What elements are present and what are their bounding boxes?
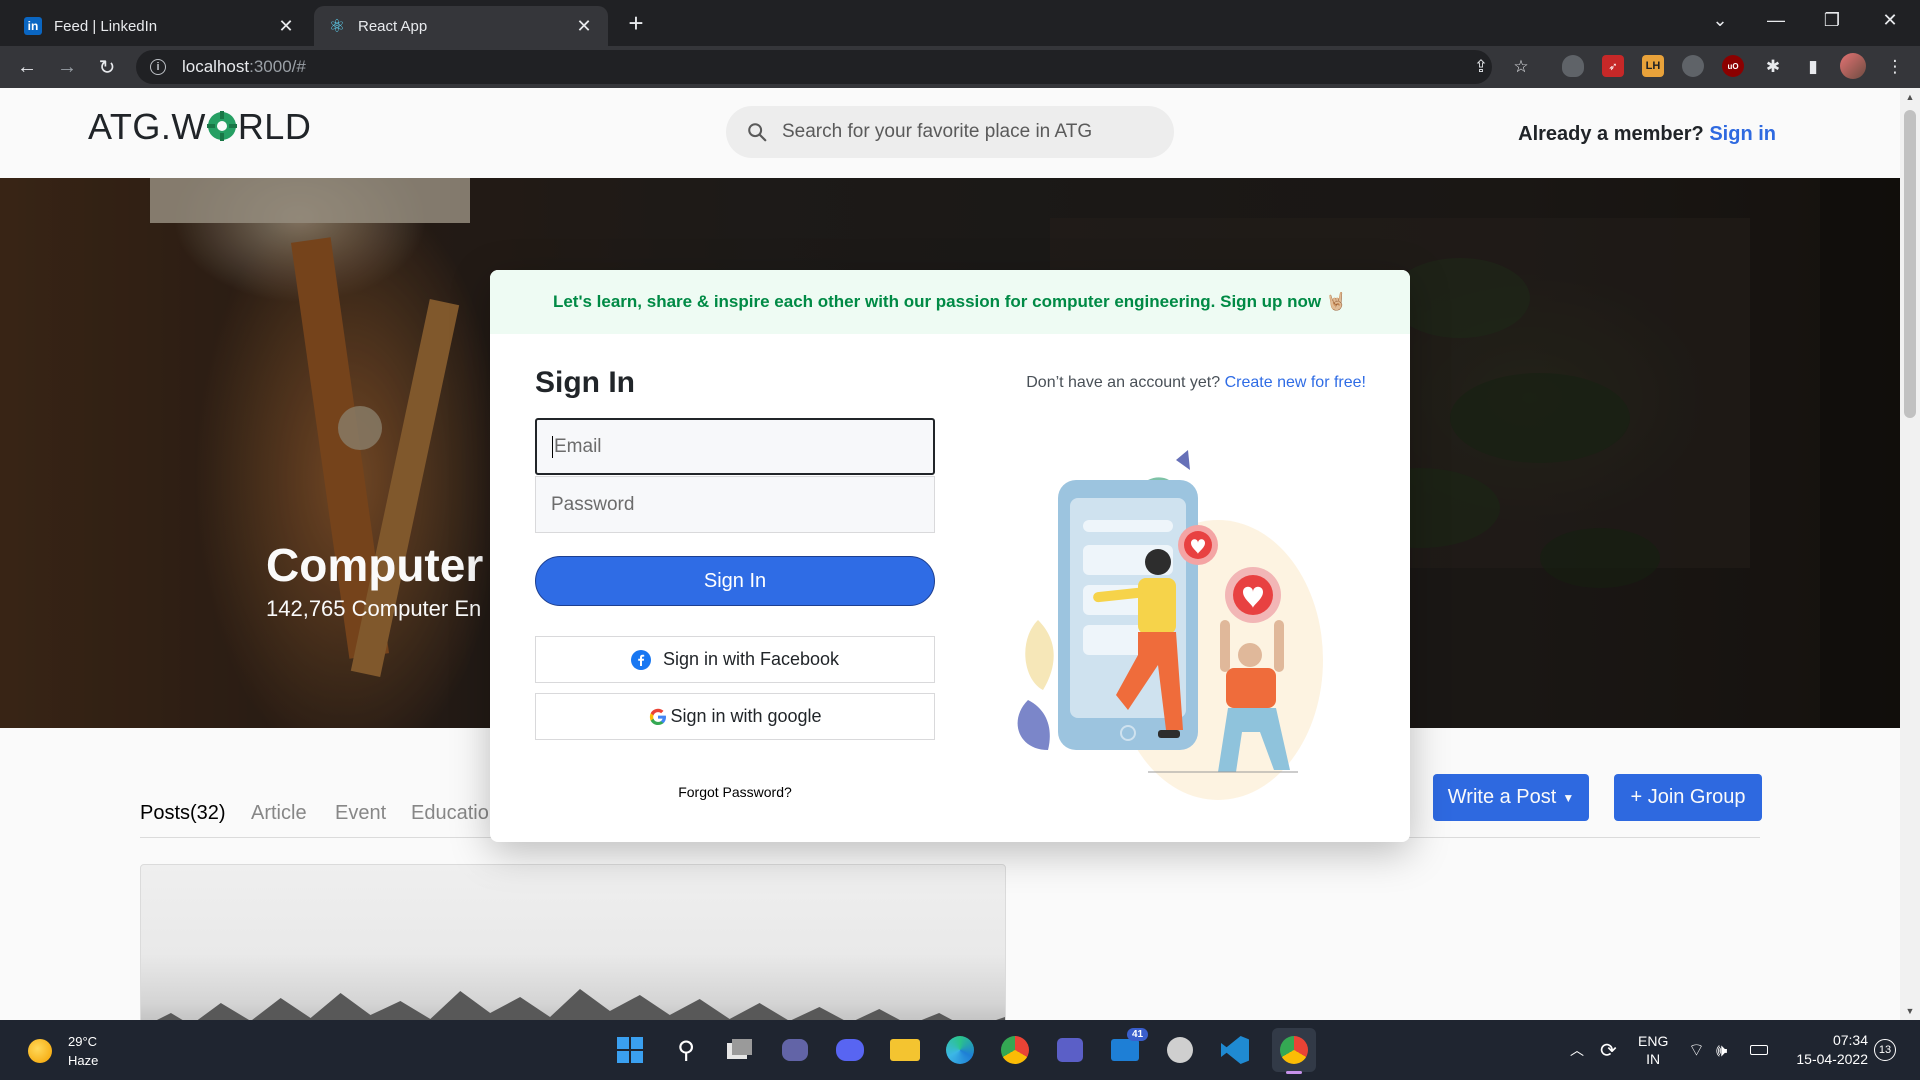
tab-title: React App	[358, 17, 428, 35]
sun-icon	[28, 1039, 52, 1063]
forgot-password-link[interactable]: Forgot Password?	[535, 784, 935, 800]
back-icon[interactable]: ←	[12, 52, 42, 82]
signin-modal: Let's learn, share & inspire each other …	[490, 270, 1410, 842]
social-media-illustration	[1017, 450, 1323, 800]
password-field[interactable]: Password	[535, 476, 935, 533]
url-path: :3000/#	[249, 57, 306, 76]
bookmark-star-icon[interactable]: ☆	[1508, 54, 1534, 80]
browser-tab-linkedin[interactable]: in Feed | LinkedIn ✕	[10, 6, 310, 46]
windows-start-icon[interactable]	[612, 1032, 648, 1068]
scrollbar-thumb[interactable]	[1904, 110, 1916, 418]
google-label: Sign in with google	[670, 706, 822, 726]
edge-icon[interactable]	[942, 1032, 978, 1068]
react-icon: ⚛	[328, 15, 346, 36]
google-signin-button[interactable]: Sign in with google	[535, 693, 935, 740]
reload-icon[interactable]: ↻	[92, 52, 122, 82]
scroll-up-icon[interactable]: ▲	[1900, 92, 1920, 102]
window-close-icon[interactable]: ✕	[1862, 0, 1918, 40]
page-viewport: ATG.W RLD Search for your favorite place…	[0, 88, 1900, 1020]
region-code: IN	[1646, 1051, 1661, 1067]
mail-icon[interactable]: 41	[1107, 1028, 1149, 1068]
browser-toolbar: ← → ↻ i localhost:3000/# ⇪ ☆ ➶ LH uO ✱ ▮…	[0, 46, 1920, 88]
site-info-icon[interactable]: i	[150, 59, 166, 75]
email-field[interactable]: Email	[535, 418, 935, 475]
weather-widget[interactable]: 29°C Haze	[28, 1032, 98, 1070]
volume-icon[interactable]: 🕪	[1716, 1020, 1727, 1080]
sync-icon[interactable]: ⟳	[1600, 1020, 1617, 1080]
browser-tab-react-app[interactable]: ⚛ React App ✕	[314, 6, 608, 46]
language-indicator[interactable]: ENG IN	[1638, 1020, 1668, 1080]
url-host: localhost	[182, 57, 250, 76]
person-extension-icon[interactable]	[1682, 55, 1704, 77]
email-placeholder: Email	[554, 435, 602, 457]
temperature: 29°C	[68, 1034, 98, 1049]
page-scrollbar[interactable]: ▲ ▼	[1900, 88, 1920, 1020]
browser-tab-strip: in Feed | LinkedIn ✕ ⚛ React App ✕ + ⌄ —…	[0, 0, 1920, 46]
task-view-icon[interactable]	[722, 1032, 758, 1068]
lighthouse-extension-icon[interactable]: LH	[1642, 55, 1664, 77]
minimize-icon[interactable]: —	[1748, 0, 1804, 40]
signin-submit-button[interactable]: Sign In	[535, 556, 935, 606]
side-panel-icon[interactable]: ▮	[1800, 54, 1826, 80]
notification-center[interactable]: 13	[1874, 1020, 1896, 1080]
language-code: ENG	[1638, 1033, 1669, 1049]
windows-taskbar: 29°C Haze ⚲ 41 ︿ ⟳ ENG IN ⌔ 🕪 07:34 15-0…	[0, 1020, 1920, 1080]
clock[interactable]: 07:34 15-04-2022	[1788, 1020, 1868, 1080]
close-icon[interactable]: ✕	[276, 16, 296, 37]
magnifier-icon[interactable]	[1162, 1032, 1198, 1068]
linkedin-icon: in	[24, 17, 42, 35]
file-explorer-icon[interactable]	[887, 1032, 923, 1068]
clock-time: 07:34	[1832, 1032, 1868, 1048]
password-placeholder: Password	[551, 493, 635, 515]
tab-title: Feed | LinkedIn	[54, 17, 158, 35]
profile-avatar[interactable]	[1840, 53, 1866, 79]
active-app-indicator	[1286, 1071, 1302, 1074]
discord-icon[interactable]	[832, 1032, 868, 1068]
new-tab-button[interactable]: +	[622, 10, 650, 38]
address-bar[interactable]: i localhost:3000/#	[136, 50, 1492, 84]
mail-badge: 41	[1127, 1028, 1149, 1041]
facebook-icon	[630, 649, 651, 670]
facebook-signin-button[interactable]: Sign in with Facebook	[535, 636, 935, 683]
modal-title: Sign In	[535, 366, 635, 399]
shield-extension-icon[interactable]	[1562, 55, 1584, 77]
vscode-icon[interactable]	[1217, 1032, 1253, 1068]
no-account-text: Don’t have an account yet?	[1026, 374, 1221, 391]
forward-icon[interactable]: →	[52, 52, 82, 82]
notification-count: 13	[1874, 1039, 1896, 1061]
facebook-label: Sign in with Facebook	[662, 649, 840, 669]
search-taskbar-icon[interactable]: ⚲	[668, 1032, 704, 1068]
puzzle-extensions-icon[interactable]: ✱	[1760, 54, 1786, 80]
signup-banner: Let's learn, share & inspire each other …	[490, 270, 1410, 334]
menu-kebab-icon[interactable]: ⋮	[1882, 54, 1908, 80]
share-icon[interactable]: ⇪	[1468, 54, 1494, 80]
battery-icon[interactable]	[1750, 1020, 1768, 1080]
no-account-prompt: Don’t have an account yet? Create new fo…	[1026, 374, 1366, 392]
google-icon	[650, 708, 667, 725]
text-caret	[552, 435, 553, 458]
clock-date: 15-04-2022	[1796, 1051, 1868, 1067]
ublock-extension-icon[interactable]: uO	[1722, 55, 1744, 77]
wifi-icon[interactable]: ⌔	[1688, 1020, 1705, 1080]
chrome-icon[interactable]	[997, 1032, 1033, 1068]
restore-icon[interactable]: ❐	[1804, 0, 1860, 40]
weather-condition: Haze	[68, 1053, 99, 1068]
teams-icon[interactable]	[1052, 1032, 1088, 1068]
chrome-active-icon[interactable]	[1272, 1028, 1316, 1074]
scroll-down-icon[interactable]: ▼	[1900, 1006, 1920, 1016]
chat-icon[interactable]	[777, 1032, 813, 1068]
airplane-extension-icon[interactable]: ➶	[1602, 55, 1624, 77]
tray-overflow-icon[interactable]: ︿	[1570, 1020, 1584, 1080]
close-icon[interactable]: ✕	[574, 16, 594, 37]
create-account-link[interactable]: Create new for free!	[1225, 374, 1366, 391]
tab-search-icon[interactable]: ⌄	[1692, 0, 1748, 40]
